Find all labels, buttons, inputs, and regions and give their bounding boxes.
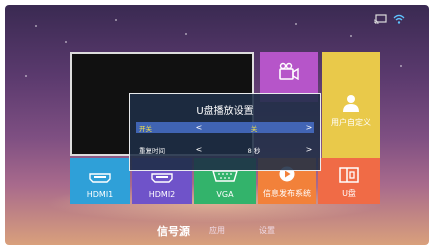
nav-tab-signal-source[interactable]: 信号源 — [157, 223, 190, 239]
udisk-playback-settings-dialog: U盘播放设置 开关 < 关 > 重复时间 < 8 秒 > — [129, 93, 321, 171]
tile-label: 信息发布系统 — [263, 189, 311, 198]
star-dot — [400, 65, 402, 67]
setting-value: 8 秒 — [247, 146, 261, 155]
star-dot — [295, 23, 297, 25]
nav-tab-settings[interactable]: 设置 — [259, 225, 275, 236]
chevron-left-icon[interactable]: < — [194, 123, 204, 132]
hdmi1-tile[interactable]: HDMI1 — [70, 158, 130, 204]
tile-label: HDMI2 — [148, 190, 176, 199]
tile-label: VGA — [216, 190, 234, 199]
star-dot — [25, 75, 27, 77]
cast-icon[interactable] — [374, 14, 387, 24]
user-icon — [342, 94, 360, 116]
udisk-icon — [339, 167, 359, 187]
hdmi-icon — [89, 168, 111, 187]
udisk-tile[interactable]: U盘 — [318, 158, 380, 204]
tile-label: U盘 — [342, 189, 356, 198]
setting-label: 重复时间 — [139, 146, 165, 155]
camera-icon — [278, 62, 300, 84]
status-bar — [374, 14, 405, 24]
dialog-title: U盘播放设置 — [196, 106, 254, 117]
tile-label: 用户自定义 — [331, 118, 371, 127]
star-dot — [115, 19, 117, 21]
setting-row-switch[interactable]: 开关 < 关 > — [136, 122, 314, 133]
chevron-right-icon[interactable]: > — [304, 145, 314, 154]
chevron-left-icon[interactable]: < — [194, 145, 204, 154]
tv-launcher-screen: 用户自定义 HDMI1 HDMI2 VGA 信息发布系统 U盘 U盘播放设置 开… — [5, 5, 429, 245]
chevron-right-icon[interactable]: > — [304, 123, 314, 132]
star-dot — [350, 35, 352, 37]
star-dot — [185, 33, 187, 35]
user-defined-tile[interactable]: 用户自定义 — [322, 52, 380, 158]
nav-tab-apps[interactable]: 应用 — [209, 225, 225, 236]
setting-row-repeat-time[interactable]: 重复时间 < 8 秒 > — [136, 144, 314, 155]
tile-label: HDMI1 — [86, 190, 114, 199]
wifi-icon[interactable] — [393, 14, 405, 24]
setting-label: 开关 — [139, 124, 152, 133]
star-dot — [65, 41, 67, 43]
setting-value: 关 — [250, 124, 258, 133]
star-dot — [35, 25, 37, 27]
